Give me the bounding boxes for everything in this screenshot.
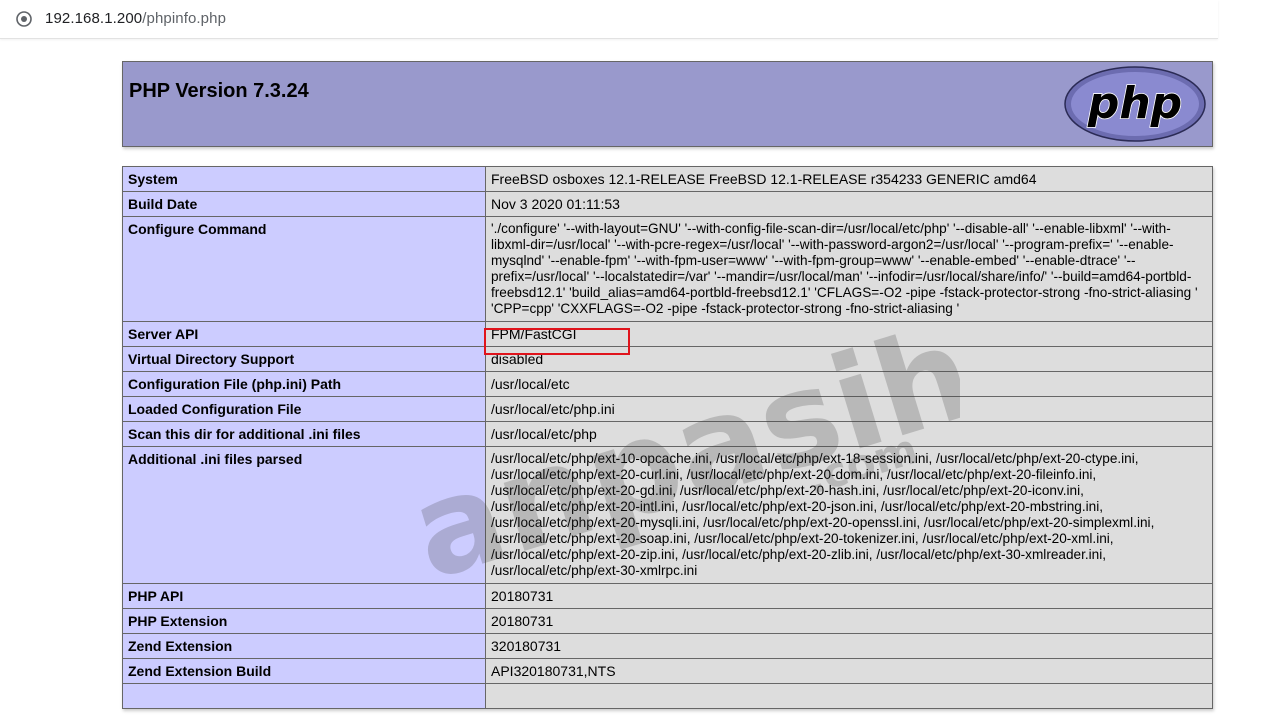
row-value: disabled	[485, 346, 1213, 372]
row-key: Loaded Configuration File	[122, 396, 486, 422]
row-value: /usr/local/etc	[485, 371, 1213, 397]
table-row: Build Date Nov 3 2020 01:11:53	[122, 191, 1213, 217]
row-value: Nov 3 2020 01:11:53	[485, 191, 1213, 217]
table-row	[122, 683, 1213, 709]
table-row: System FreeBSD osboxes 12.1-RELEASE Free…	[122, 166, 1213, 192]
row-value: 320180731	[485, 633, 1213, 659]
table-row: Zend Extension Build API320180731,NTS	[122, 658, 1213, 684]
row-value: API320180731,NTS	[485, 658, 1213, 684]
row-key: Configure Command	[122, 216, 486, 322]
page-title: PHP Version 7.3.24	[129, 80, 309, 102]
table-row: PHP Extension 20180731	[122, 608, 1213, 634]
row-key: Build Date	[122, 191, 486, 217]
table-row: Virtual Directory Support disabled	[122, 346, 1213, 372]
table-row: PHP API 20180731	[122, 583, 1213, 609]
row-value: 20180731	[485, 583, 1213, 609]
table-row: Zend Extension 320180731	[122, 633, 1213, 659]
php-logo[interactable]: php	[1064, 66, 1206, 142]
row-key: System	[122, 166, 486, 192]
row-key: PHP API	[122, 583, 486, 609]
row-key: Zend Extension	[122, 633, 486, 659]
table-row: Configure Command './configure' '--with-…	[122, 216, 1213, 322]
table-row: Server API FPM/FastCGI	[122, 321, 1213, 347]
phpinfo-header: PHP Version 7.3.24 php	[122, 61, 1213, 147]
row-key: Additional .ini files parsed	[122, 446, 486, 584]
table-row: Configuration File (php.ini) Path /usr/l…	[122, 371, 1213, 397]
phpinfo-table: System FreeBSD osboxes 12.1-RELEASE Free…	[122, 166, 1213, 709]
address-bar[interactable]: 192.168.1.200/phpinfo.php	[0, 0, 1218, 39]
table-row: Scan this dir for additional .ini files …	[122, 421, 1213, 447]
table-row: Loaded Configuration File /usr/local/etc…	[122, 396, 1213, 422]
row-value: './configure' '--with-layout=GNU' '--wit…	[485, 216, 1213, 322]
row-value: /usr/local/etc/php	[485, 421, 1213, 447]
row-value	[485, 683, 1213, 709]
row-key: PHP Extension	[122, 608, 486, 634]
url-text[interactable]: 192.168.1.200/phpinfo.php	[45, 10, 226, 27]
row-value: /usr/local/etc/php/ext-10-opcache.ini, /…	[485, 446, 1213, 584]
row-key: Virtual Directory Support	[122, 346, 486, 372]
table-row: Additional .ini files parsed /usr/local/…	[122, 446, 1213, 584]
url-host: 192.168.1.200	[45, 10, 143, 27]
row-value: FreeBSD osboxes 12.1-RELEASE FreeBSD 12.…	[485, 166, 1213, 192]
row-value: 20180731	[485, 608, 1213, 634]
globe-icon[interactable]	[16, 11, 32, 27]
row-value: /usr/local/etc/php.ini	[485, 396, 1213, 422]
row-key: Server API	[122, 321, 486, 347]
url-path: /phpinfo.php	[142, 10, 227, 27]
row-key: Zend Extension Build	[122, 658, 486, 684]
row-key	[122, 683, 486, 709]
row-key: Scan this dir for additional .ini files	[122, 421, 486, 447]
row-key: Configuration File (php.ini) Path	[122, 371, 486, 397]
row-value-server-api: FPM/FastCGI	[485, 321, 1213, 347]
svg-text:php: php	[1087, 78, 1182, 129]
